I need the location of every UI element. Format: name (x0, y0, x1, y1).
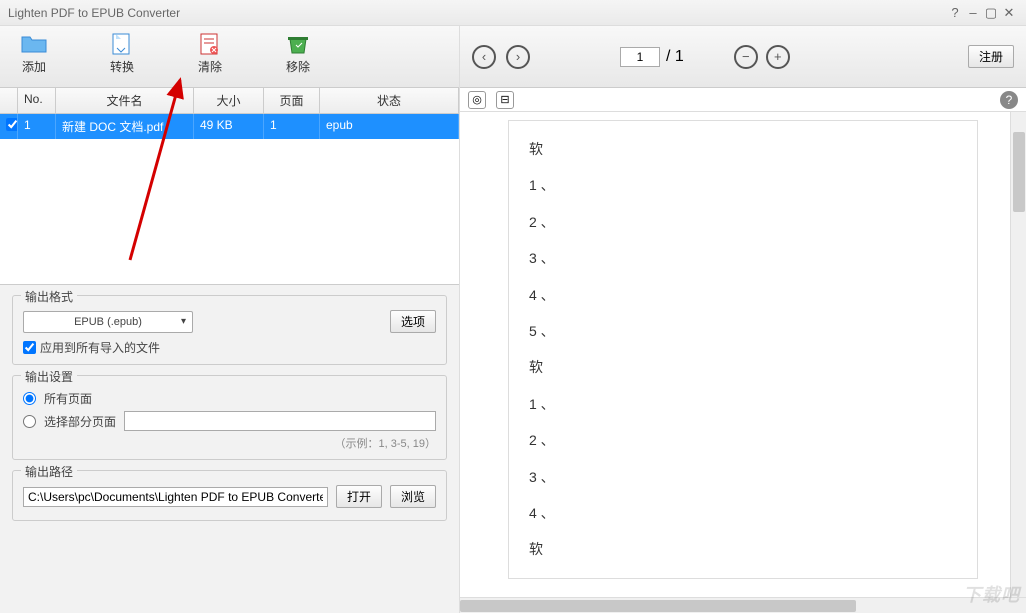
table-row[interactable]: 1 新建 DOC 文档.pdf 49 KB 1 epub (0, 114, 459, 139)
trash-icon (284, 32, 312, 56)
prev-page-button[interactable]: ‹ (472, 45, 496, 69)
convert-icon (108, 32, 136, 56)
remove-button[interactable]: 移除 (284, 32, 312, 81)
convert-button[interactable]: 转换 (108, 32, 136, 81)
clear-label: 清除 (198, 58, 222, 75)
page-hint: （示例：1, 3-5, 19） (23, 435, 436, 451)
format-select[interactable]: EPUB (.epub) (23, 311, 193, 333)
scrollbar-horizontal[interactable] (460, 597, 1026, 613)
output-format-group: 输出格式 EPUB (.epub) 选项 应用到所有导入的文件 (12, 295, 447, 365)
browse-button[interactable]: 浏览 (390, 485, 436, 508)
output-pages-group: 输出设置 所有页面 选择部分页面 （示例：1, 3-5, 19） (12, 375, 447, 460)
scrollbar-vertical[interactable] (1010, 112, 1026, 613)
row-checkbox[interactable] (6, 118, 18, 131)
page-total: / 1 (666, 48, 684, 66)
table-header: No. 文件名 大小 页面 状态 (0, 88, 459, 114)
preview-nav: ‹ › / 1 − + 注册 (460, 26, 1026, 88)
all-pages-radio[interactable]: 所有页面 (23, 390, 436, 407)
preview-pane: 软1 、2 、3 、4 、5 、软1 、2 、3 、4 、软 (460, 112, 1026, 613)
col-size: 大小 (194, 88, 264, 113)
convert-label: 转换 (110, 58, 134, 75)
options-button[interactable]: 选项 (390, 310, 436, 333)
clear-button[interactable]: 清除 (196, 32, 224, 81)
folder-icon (20, 32, 48, 56)
preview-help-icon[interactable]: ? (1000, 91, 1018, 109)
main-toolbar: 添加 转换 清除 移除 (0, 26, 459, 88)
next-page-button[interactable]: › (506, 45, 530, 69)
output-path-input[interactable] (23, 487, 328, 507)
maximize-icon[interactable]: ▢ (982, 5, 1000, 21)
app-title: Lighten PDF to EPUB Converter (8, 6, 946, 20)
zoom-out-button[interactable]: − (734, 45, 758, 69)
titlebar: Lighten PDF to EPUB Converter ? – ▢ ✕ (0, 0, 1026, 26)
fit-page-icon[interactable]: ◎ (468, 91, 486, 109)
preview-page: 软1 、2 、3 、4 、5 、软1 、2 、3 、4 、软 (508, 120, 978, 579)
register-button[interactable]: 注册 (968, 45, 1014, 68)
col-name: 文件名 (56, 88, 194, 113)
col-status: 状态 (320, 88, 459, 113)
remove-label: 移除 (286, 58, 310, 75)
path-legend: 输出路径 (21, 463, 77, 480)
page-number-input[interactable] (620, 47, 660, 67)
open-button[interactable]: 打开 (336, 485, 382, 508)
row-no: 1 (18, 114, 56, 139)
row-filename: 新建 DOC 文档.pdf (56, 114, 194, 139)
add-label: 添加 (22, 58, 46, 75)
format-legend: 输出格式 (21, 288, 77, 305)
apply-all-checkbox[interactable]: 应用到所有导入的文件 (23, 339, 436, 356)
col-page: 页面 (264, 88, 320, 113)
output-path-group: 输出路径 打开 浏览 (12, 470, 447, 521)
row-page: 1 (264, 114, 320, 139)
select-pages-radio[interactable]: 选择部分页面 (23, 411, 436, 431)
col-no: No. (18, 88, 56, 113)
minimize-icon[interactable]: – (964, 5, 982, 20)
row-status: epub (320, 114, 459, 139)
help-icon[interactable]: ? (946, 5, 964, 20)
pages-legend: 输出设置 (21, 368, 77, 385)
clear-icon (196, 32, 224, 56)
row-size: 49 KB (194, 114, 264, 139)
watermark: 下载吧 (963, 581, 1020, 607)
zoom-in-button[interactable]: + (766, 45, 790, 69)
add-button[interactable]: 添加 (20, 32, 48, 81)
page-range-input[interactable] (124, 411, 436, 431)
close-icon[interactable]: ✕ (1000, 5, 1018, 21)
fit-width-icon[interactable]: ⊟ (496, 91, 514, 109)
